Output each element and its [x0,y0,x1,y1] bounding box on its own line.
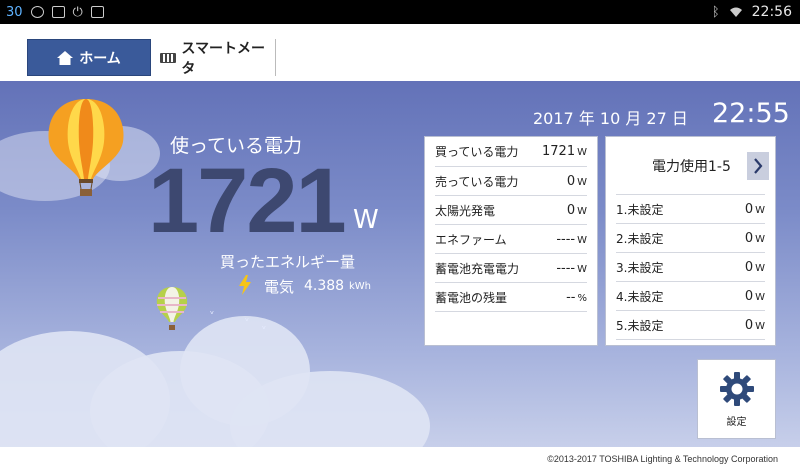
status-row: 蓄電池の残量 --% [435,283,587,312]
status-row-unit: W [577,263,587,275]
lightning-bolt-icon [239,275,251,295]
status-row-value: ---- [556,231,576,247]
tab-home-label: ホーム [79,50,121,67]
current-date: 2017 年 10 月 27 日 [533,109,688,128]
usage-row: 1.未設定 0W [616,195,765,224]
usage-row-unit: W [755,204,765,216]
electricity-unit: kWh [349,281,372,292]
meter-icon [160,52,177,63]
status-row-unit: W [577,234,587,246]
house-icon [57,50,74,65]
purchased-energy-label: 買ったエネルギー量 [220,253,356,271]
status-row: 買っている電力 1721 W [435,137,587,167]
status-time: 22:56 [751,4,792,20]
wifi-icon [729,7,742,17]
usage-row-value: 0 [744,317,754,333]
usage-panel-header: 電力使用1-5 [616,137,769,195]
bird-decoration: ᵥ [210,306,215,317]
usage-row-label: 2.未設定 [616,231,664,246]
power-icon: ⏻ [72,4,83,20]
power-status-panel: 買っている電力 1721 W 売っている電力 0W 太陽光発電 0W エネファーム… [424,136,598,346]
status-row-value: 1721 [542,144,576,159]
dashboard-main: ᵥ ᵥ ᵥ 使っている電力 1721 W 買ったエネルギー量 電気 4.388 … [0,81,800,447]
current-power-unit: W [353,205,379,235]
hot-air-balloon-small-icon [156,287,188,330]
top-nav: ホーム スマートメータ [0,24,800,81]
usage-row-unit: W [755,291,765,303]
usage-row-value: 0 [744,201,754,217]
current-power-value: 1721 [148,150,347,252]
status-bar: 30 ⏻ ᛒ 22:56 [0,0,800,24]
usage-row: 2.未設定 0W [616,224,765,253]
status-row: 売っている電力 0W [435,167,587,196]
chevron-right-icon [754,157,763,174]
bird-decoration: ᵥ [262,321,267,332]
settings-label: 設定 [726,416,747,428]
status-row-label: エネファーム [435,232,507,247]
gear-icon [719,371,754,406]
usage-row-label: 3.未設定 [616,260,664,275]
usage-row-label: 1.未設定 [616,202,664,217]
status-row-value: 0 [566,173,576,189]
current-time: 22:55 [712,98,790,129]
tab-home[interactable]: ホーム [27,39,151,76]
status-row: 太陽光発電 0W [435,196,587,225]
eye-icon [30,6,44,18]
usage-row-value: 0 [744,288,754,304]
status-number: 30 [6,4,23,20]
usage-panel-title: 電力使用1-5 [652,158,731,175]
usage-row-unit: W [755,262,765,274]
tab-smart-meter[interactable]: スマートメータ [152,39,276,77]
usage-row: 4.未設定 0W [616,282,765,311]
electricity-value: 4.388 [304,278,345,294]
usage-row: 3.未設定 0W [616,253,765,282]
status-row-value: 0 [566,202,576,218]
status-row-value: ---- [556,260,576,276]
usage-row-unit: W [755,233,765,245]
usage-row-value: 0 [744,230,754,246]
usage-row: 5.未設定 0W [616,311,765,340]
status-row-unit: % [577,292,587,304]
settings-button[interactable]: 設定 [697,359,776,439]
next-page-button[interactable] [747,151,769,180]
status-row-label: 蓄電池充電電力 [435,261,520,276]
power-usage-panel: 電力使用1-5 1.未設定 0W 2.未設定 0W 3.未設定 0W 4.未設定… [605,136,776,346]
status-row: エネファーム ---- W [435,225,587,254]
status-row-label: 買っている電力 [435,145,519,159]
electricity-label: 電気 [264,278,295,296]
status-row-label: 蓄電池の残量 [435,290,508,305]
usage-row-value: 0 [744,259,754,275]
usage-row-label: 5.未設定 [616,318,664,333]
bluetooth-icon: ᛒ [711,4,720,20]
status-row-unit: W [577,147,587,158]
notification-icon [90,6,104,18]
usage-row-label: 4.未設定 [616,289,664,304]
status-row: 蓄電池充電電力 ---- W [435,254,587,283]
status-row-label: 太陽光発電 [435,203,496,218]
copyright-text: ©2013-2017 TOSHIBA Lighting & Technology… [547,454,778,464]
status-row-unit: W [577,176,587,188]
status-row-unit: W [577,205,587,217]
footer: ©2013-2017 TOSHIBA Lighting & Technology… [0,447,800,471]
bird-decoration: ᵥ [245,313,250,324]
usage-row-unit: W [755,320,765,332]
status-row-value: -- [566,289,576,305]
tab-smart-meter-label: スマートメータ [181,40,265,77]
sd-card-icon [51,6,65,18]
hot-air-balloon-icon [48,99,124,196]
status-row-label: 売っている電力 [435,174,519,189]
